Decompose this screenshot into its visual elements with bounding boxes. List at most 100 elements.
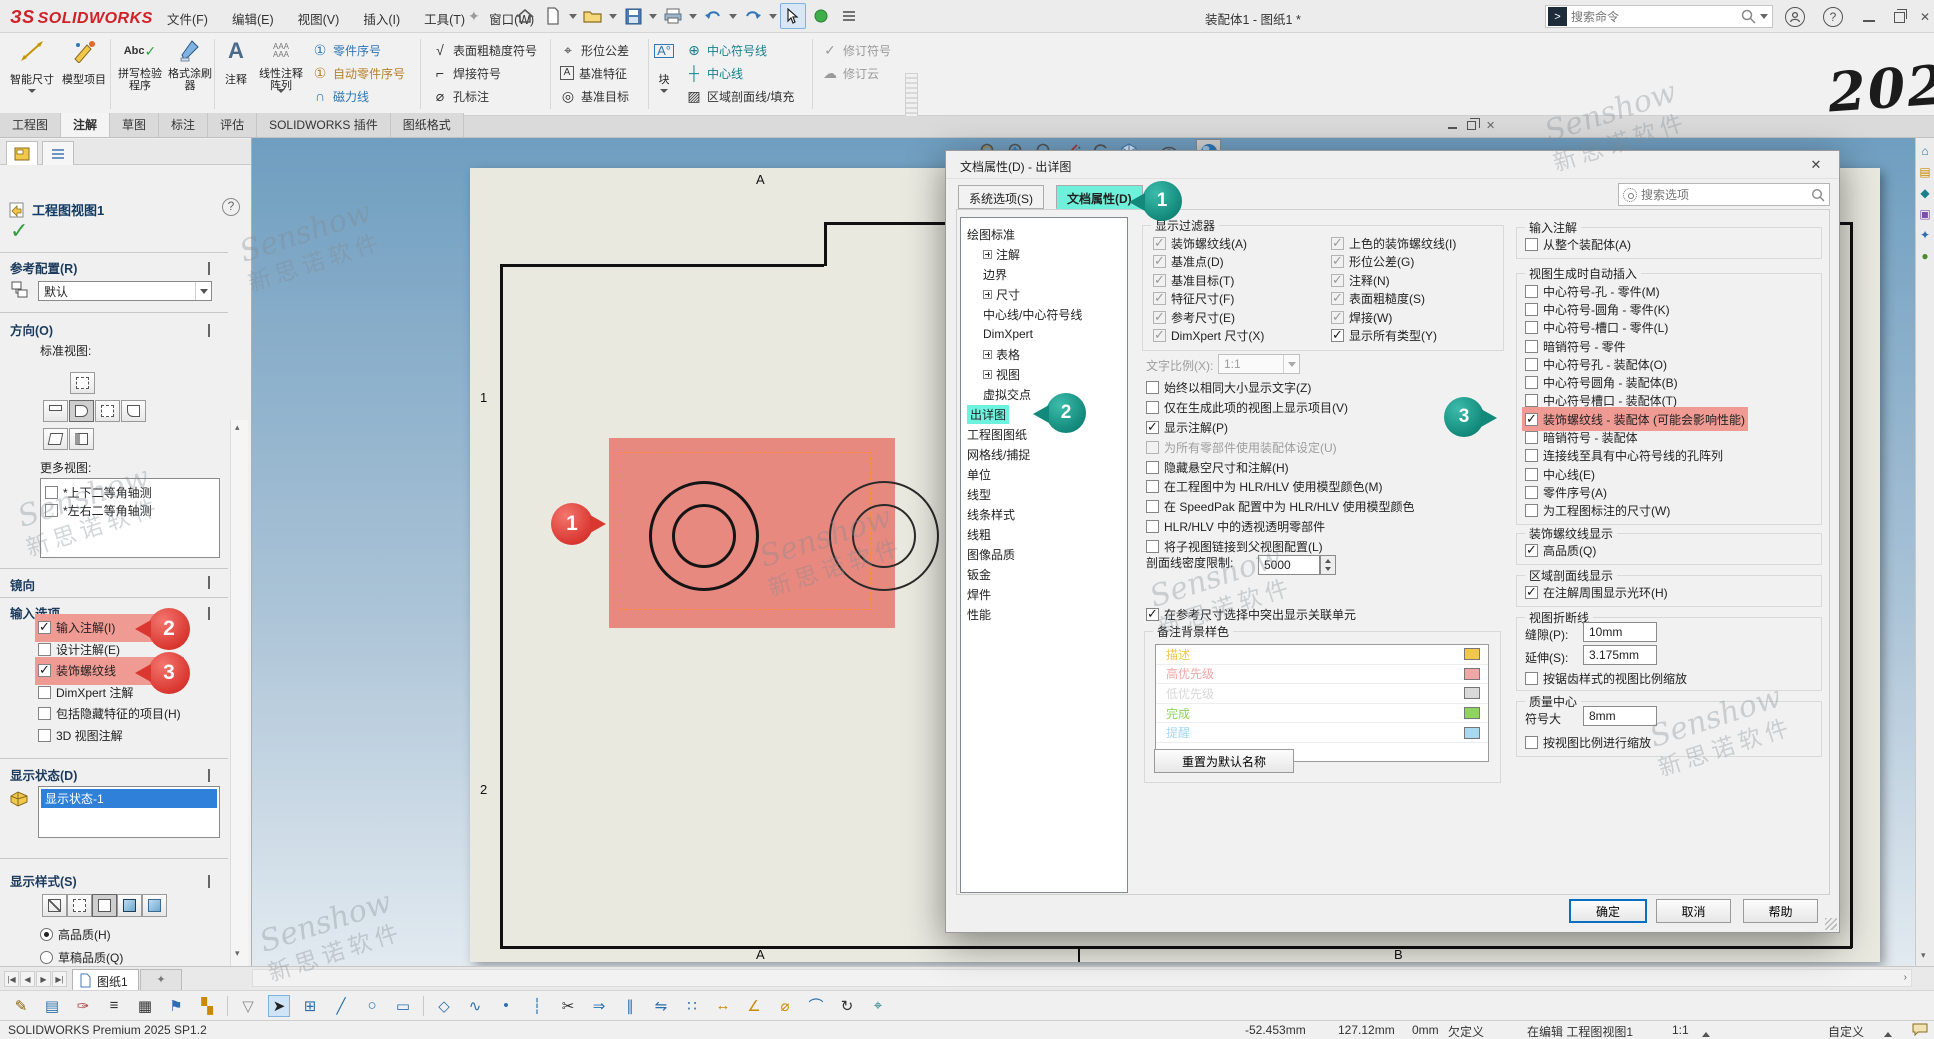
reset-names-button[interactable]: 重置为默认名称: [1154, 749, 1294, 773]
tree-item[interactable]: 网格线/捕捉: [967, 444, 1127, 464]
smart-dimension-button[interactable]: 智能尺寸: [6, 37, 58, 105]
panel-scrollbar[interactable]: ▴ ▾: [230, 420, 248, 966]
add-sheet-tab[interactable]: ✦: [140, 969, 182, 991]
gap-field[interactable]: 10mm: [1583, 622, 1657, 642]
scroll-right-arrow[interactable]: ›: [1904, 972, 1907, 983]
tree-item[interactable]: 性能: [967, 604, 1127, 624]
option-checkbox[interactable]: 在 SpeedPak 配置中为 HLR/HLV 使用模型颜色: [1146, 497, 1415, 517]
note-color-row[interactable]: 高优先级: [1156, 665, 1488, 685]
filter-checkbox[interactable]: 参考尺寸(E): [1153, 308, 1264, 327]
hole-callout-tool[interactable]: ⌀孔标注: [428, 85, 541, 107]
auto-insert-checkbox[interactable]: 中心符号-槽口 - 零件(L): [1525, 319, 1745, 337]
option-checkbox[interactable]: 始终以相同大小显示文字(Z): [1146, 378, 1415, 398]
option-checkbox[interactable]: 将子视图链接到父视图配置(L): [1146, 536, 1415, 556]
view-back-button[interactable]: [121, 400, 146, 422]
print-icon[interactable]: [660, 3, 686, 29]
view-front-button[interactable]: [69, 400, 94, 422]
cancel-button[interactable]: 取消: [1656, 899, 1731, 923]
restore-icon[interactable]: [1886, 6, 1912, 28]
color-display-icon[interactable]: ✑: [72, 995, 94, 1017]
search-dropdown-arrow[interactable]: [1760, 14, 1768, 19]
filter-checkbox[interactable]: 显示所有类型(Y): [1331, 327, 1456, 346]
command-tab[interactable]: 评估: [208, 113, 257, 137]
format-painter-button[interactable]: 格式涂刷器: [164, 37, 216, 93]
datum-feature-tool[interactable]: A基准特征: [556, 62, 633, 84]
user-account-icon[interactable]: [1782, 6, 1808, 28]
view-dimetric-button[interactable]: [69, 428, 94, 450]
horizontal-scrollbar[interactable]: ›: [252, 969, 1912, 987]
angle-dimension-icon[interactable]: ∠: [743, 995, 765, 1017]
auto-insert-checkbox[interactable]: 中心符号孔 - 装配体(O): [1525, 355, 1745, 373]
auto-insert-checkbox[interactable]: 连接线至具有中心符号线的孔阵列: [1525, 447, 1745, 465]
auto-insert-checkbox[interactable]: 装饰螺纹线 - 装配体 (可能会影响性能): [1525, 410, 1745, 428]
linear-pattern-icon[interactable]: ∷: [681, 995, 703, 1017]
filter-checkbox[interactable]: DimXpert 尺寸(X): [1153, 327, 1264, 346]
section-display-style[interactable]: 显示样式(S): [10, 871, 77, 890]
property-manager-tab[interactable]: [6, 141, 38, 165]
sketch-line-icon[interactable]: ╱: [330, 995, 352, 1017]
filter-checkbox[interactable]: 上色的装饰螺纹线(I): [1331, 234, 1456, 253]
note-button[interactable]: A 注释: [216, 37, 256, 93]
thread-quality-checkbox[interactable]: 高品质(Q): [1525, 542, 1596, 559]
performance-light-icon[interactable]: [808, 3, 834, 29]
document-window-controls[interactable]: ✕: [1448, 119, 1495, 132]
config-dropdown[interactable]: 默认: [38, 281, 212, 301]
quality-radio[interactable]: 高品质(H): [40, 926, 123, 943]
line-format-icon[interactable]: ▤: [41, 995, 63, 1017]
units-dropdown-arrow[interactable]: [1884, 1026, 1892, 1039]
doc-restore-icon[interactable]: [1467, 121, 1476, 130]
more-views-list[interactable]: *上下二等角轴测*左右二等角轴测: [40, 478, 220, 558]
select-cursor-icon[interactable]: [780, 3, 806, 29]
help-icon[interactable]: ?: [1820, 6, 1846, 28]
sketch-spline-icon[interactable]: ∿: [464, 995, 486, 1017]
quality-radio[interactable]: 草稿品质(Q): [40, 949, 123, 966]
last-sheet-icon[interactable]: ▶|: [52, 971, 67, 987]
tree-item[interactable]: 边界: [967, 264, 1127, 284]
filter-checkbox[interactable]: 形位公差(G): [1331, 253, 1456, 272]
filter-checkbox[interactable]: 基准目标(T): [1153, 271, 1264, 290]
option-checkbox[interactable]: 在工程图中为 HLR/HLV 使用模型颜色(M): [1146, 477, 1415, 497]
sheet-tab[interactable]: 图纸1: [72, 969, 139, 991]
auto-balloon-tool[interactable]: ①自动零件序号: [308, 62, 409, 84]
tree-item[interactable]: DimXpert: [967, 324, 1127, 344]
tool-icon[interactable]: [227, 996, 228, 1016]
from-assembly-checkbox[interactable]: 从整个装配体(A): [1525, 236, 1631, 253]
close-icon[interactable]: ✕: [1912, 6, 1934, 28]
note-color-row[interactable]: 描述: [1156, 645, 1488, 665]
collapse-arrow[interactable]: [208, 875, 218, 885]
menu-item[interactable]: 插入(I): [351, 0, 412, 33]
tree-item[interactable]: 中心线/中心符号线: [967, 304, 1127, 324]
mirror-entities-icon[interactable]: ⇋: [650, 995, 672, 1017]
hatch-density-spinner[interactable]: [1320, 555, 1336, 575]
options-search[interactable]: [1618, 183, 1830, 206]
tag-icon[interactable]: [1912, 1023, 1928, 1039]
tree-item[interactable]: 焊件: [967, 584, 1127, 604]
tool-icon[interactable]: [423, 996, 424, 1016]
revision-symbol-tool[interactable]: ✓修订符号: [818, 39, 895, 61]
panel-help-icon[interactable]: ?: [222, 198, 240, 216]
help-button[interactable]: 帮助: [1743, 899, 1818, 923]
tree-item[interactable]: 线条样式: [967, 504, 1127, 524]
center-mark-tool[interactable]: ⊕中心符号线: [682, 39, 798, 61]
unit-system[interactable]: 自定义: [1828, 1023, 1864, 1039]
selection-filter-icon[interactable]: ▽: [237, 995, 259, 1017]
command-tab[interactable]: 标注: [159, 113, 208, 137]
scroll-up-arrow[interactable]: ▴: [235, 422, 240, 433]
center-mark-icon[interactable]: ⌖: [867, 995, 889, 1017]
surface-finish-tool[interactable]: √表面粗糙度符号: [428, 39, 541, 61]
smart-dimension-icon[interactable]: ↔: [712, 995, 734, 1017]
sheet-scale[interactable]: 1:1: [1672, 1023, 1689, 1037]
tree-item[interactable]: 绘图标准: [967, 224, 1127, 244]
menu-item[interactable]: 编辑(E): [220, 0, 286, 33]
filter-checkbox[interactable]: 注释(N): [1331, 271, 1456, 290]
select-tool-icon[interactable]: ➤: [268, 995, 290, 1017]
balloon-tool[interactable]: ①零件序号: [308, 39, 409, 61]
feature-tree-tab[interactable]: [42, 141, 74, 165]
sketch-rectangle-icon[interactable]: ▭: [392, 995, 414, 1017]
shaded-with-edges-button[interactable]: [117, 894, 142, 917]
save-icon[interactable]: [620, 3, 646, 29]
tree-item[interactable]: 工程图图纸: [967, 424, 1127, 444]
highlight-assoc-checkbox[interactable]: 在参考尺寸选择中突出显示关联单元: [1146, 606, 1356, 623]
hatch-density-field[interactable]: 5000: [1258, 555, 1320, 575]
tree-item[interactable]: 图像品质: [967, 544, 1127, 564]
